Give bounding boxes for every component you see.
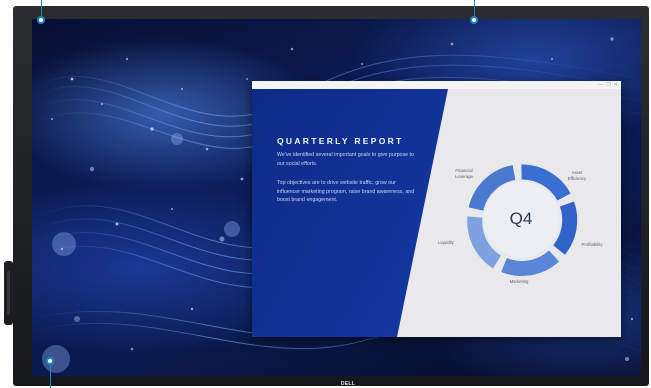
callout-line-top-right [474,0,475,16]
slide-title: QUARTERLY REPORT [277,136,404,146]
side-pen-holder [4,261,13,325]
callout-line-top-left [41,0,42,16]
presentation-window: — ❐ ✕ QUARTERLY REPORT We've identified … [252,81,621,337]
dell-logo: DELL [340,381,356,387]
slide-paragraph-2: Top objectives are to drive website traf… [277,180,415,204]
window-controls: — ❐ ✕ [598,81,618,89]
monitor-frame: — ❐ ✕ QUARTERLY REPORT We've identified … [13,6,649,387]
cycle-arrow-3 [501,250,560,276]
label-profitability: Profitability [581,242,603,247]
callout-dot-bottom-left [46,357,54,365]
cycle-arrow-2 [552,201,578,255]
close-icon[interactable]: ✕ [614,81,618,89]
window-titlebar[interactable]: — ❐ ✕ [252,81,621,89]
slide-canvas: QUARTERLY REPORT We've identified severa… [252,89,621,337]
callout-line-bottom-left [50,365,51,388]
callout-dot-top-left [37,16,45,24]
label-asset-efficiency: Asset Efficiency [567,170,587,181]
maximize-icon[interactable]: ❐ [606,81,610,89]
label-financial-leverage: Financial Leverage [455,168,473,179]
label-marketing: Marketing [509,279,529,284]
label-liquidity: Liquidity [438,240,454,245]
cycle-center-label: Q4 [509,209,533,228]
callout-dot-top-right [470,16,478,24]
minimize-icon[interactable]: — [598,81,603,89]
slide-paragraph-1: We've identified several important goals… [277,152,414,167]
